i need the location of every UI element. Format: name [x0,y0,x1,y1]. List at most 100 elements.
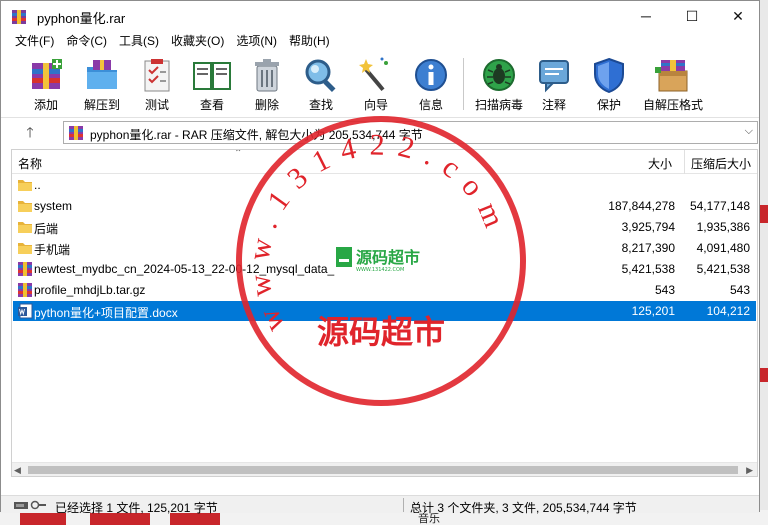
menu-file[interactable]: 文件(F) [9,32,60,52]
folder-icon [18,180,32,191]
toolbar-view-button[interactable]: 查看 [185,55,239,115]
virus-scan-icon [483,59,515,91]
list-item[interactable]: .. [13,175,756,195]
menu-favorites[interactable]: 收藏夹(O) [165,32,230,52]
file-packed-size: 5,421,538 [696,262,750,276]
toolbar-test-button[interactable]: 测试 [130,55,184,115]
info-icon [415,59,447,91]
toolbar-label: 保护 [596,98,621,112]
window-title: pyphon量化.rar [37,11,126,26]
selection-status: 已经选择 1 文件, 125,201 字节 [55,501,218,515]
title-bar[interactable]: pyphon量化.rar ─ ☐ ✕ [1,1,759,32]
list-item[interactable]: newtest_mydbc_cn_2024-05-13_22-00-12_mys… [13,259,756,279]
scroll-right-icon[interactable]: ▶ [746,465,753,476]
winrar-app-icon [12,10,26,24]
view-book-icon [193,62,231,90]
close-button[interactable]: ✕ [715,1,761,31]
word-document-icon [18,303,33,319]
file-size: 5,421,538 [621,262,675,276]
list-header: 名称 ⌃ 大小 压缩后大小 [12,150,757,174]
file-packed-size: 1,935,386 [696,220,750,234]
file-name: system [34,199,73,213]
list-item[interactable]: system 187,844,278 54,177,148 [13,196,756,216]
maximize-button[interactable]: ☐ [669,1,715,31]
list-item[interactable]: 后端 3,925,794 1,935,386 [13,217,756,237]
archive-icon [69,126,83,140]
archive-path-text: pyphon量化.rar - RAR 压缩文件, 解包大小为 205,534,7… [90,128,423,142]
toolbar-label: 自解压格式 [642,98,703,112]
list-item-selected[interactable]: python量化+项目配置.docx 125,201 104,212 [13,301,756,321]
rar-archive-icon [18,283,32,297]
toolbar-add-button[interactable]: 添加 [19,55,73,115]
file-name: python量化+项目配置.docx [34,306,178,320]
file-name: 后端 [34,222,59,236]
status-bar: 已经选择 1 文件, 125,201 字节 总计 3 个文件夹, 3 文件, 2… [1,495,759,515]
trash-icon [255,59,279,92]
file-list: 名称 ⌃ 大小 压缩后大小 .. system 187,844,278 54,1… [11,149,758,477]
scroll-left-icon[interactable]: ◀ [14,465,21,476]
sfx-box-icon [655,60,688,92]
winrar-window: pyphon量化.rar ─ ☐ ✕ 文件(F) 命令(C) 工具(S) 收藏夹… [0,0,760,515]
toolbar-sfx-button[interactable]: 自解压格式 [641,55,705,115]
extract-folder-icon [87,60,117,89]
address-row: 🡑 pyphon量化.rar - RAR 压缩文件, 解包大小为 205,534… [1,118,759,146]
toolbar-protect-button[interactable]: 保护 [582,55,636,115]
toolbar-label: 添加 [33,98,58,112]
file-packed-size: 4,091,480 [696,241,750,255]
toolbar-label: 查看 [199,98,224,112]
toolbar: 添加 解压到 测试 查看 删除 查找 向导 信息 扫描病毒 注释 保护 自解压格… [1,52,759,118]
column-header-size[interactable]: 大小 [648,155,672,172]
menu-help[interactable]: 帮助(H) [283,32,336,52]
toolbar-comment-button[interactable]: 注释 [527,55,581,115]
toolbar-info-button[interactable]: 信息 [404,55,458,115]
drive-key-icon [14,500,46,510]
menu-options[interactable]: 选项(N) [230,32,283,52]
list-item[interactable]: 手机端 8,217,390 4,091,480 [13,238,756,258]
total-status: 总计 3 个文件夹, 3 文件, 205,534,744 字节 [410,501,637,515]
archive-path-box[interactable]: pyphon量化.rar - RAR 压缩文件, 解包大小为 205,534,7… [63,121,758,144]
toolbar-label: 测试 [144,98,169,112]
shield-icon [594,57,624,93]
file-packed-size: 543 [729,283,750,297]
toolbar-extract-button[interactable]: 解压到 [75,55,129,115]
folder-icon [18,201,32,212]
folder-icon [18,222,32,233]
file-name: 手机端 [34,243,71,257]
toolbar-label: 注释 [541,98,566,112]
toolbar-label: 查找 [308,98,333,112]
menu-command[interactable]: 命令(C) [60,32,113,52]
scrollbar-thumb[interactable] [28,466,738,474]
toolbar-virus-scan-button[interactable]: 扫描病毒 [471,55,527,115]
folder-icon [18,243,32,254]
file-name: profile_mhdjLb.tar.gz [34,283,146,297]
column-divider [684,150,685,174]
file-size: 125,201 [631,304,675,318]
toolbar-label: 信息 [418,98,443,112]
toolbar-delete-button[interactable]: 删除 [240,55,294,115]
chevron-down-icon[interactable]: ⌵ [745,125,753,138]
minimize-button[interactable]: ─ [623,1,669,31]
toolbar-label: 向导 [363,98,388,112]
up-one-level-button[interactable]: 🡑 [17,122,43,142]
horizontal-scrollbar[interactable]: ◀ ▶ [12,462,757,476]
test-checklist-icon [144,59,170,92]
toolbar-wizard-button[interactable]: 向导 [349,55,403,115]
add-books-icon [32,59,62,89]
toolbar-separator [463,58,464,110]
column-header-name[interactable]: 名称 [18,155,42,172]
file-size: 3,925,794 [621,220,675,234]
file-size: 8,217,390 [621,241,675,255]
menu-tools[interactable]: 工具(S) [113,32,165,52]
toolbar-label: 扫描病毒 [474,98,523,112]
file-name: .. [34,178,41,192]
toolbar-label: 解压到 [83,98,120,112]
status-divider [403,498,404,512]
toolbar-find-button[interactable]: 查找 [294,55,348,115]
toolbar-label: 删除 [254,98,279,112]
list-item[interactable]: profile_mhdjLb.tar.gz 543 543 [13,280,756,300]
magnifier-icon [305,59,336,93]
wizard-wand-icon [359,57,388,92]
file-size: 187,844,278 [608,199,675,213]
column-header-packed[interactable]: 压缩后大小 [691,155,751,172]
sort-arrow-icon: ⌃ [234,149,243,159]
